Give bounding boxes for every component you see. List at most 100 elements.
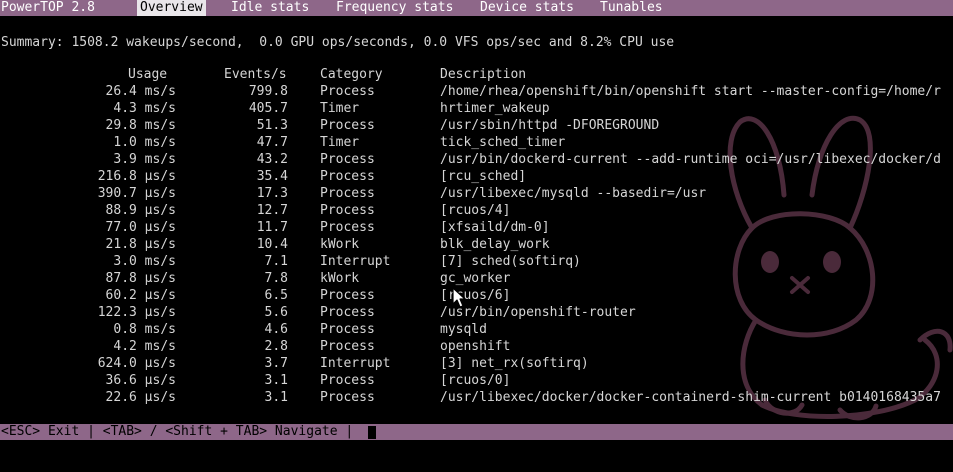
table-row: 87.8 µs/s 7.8 kWork gc_worker <box>0 270 953 287</box>
cell-usage: 26.4 ms/s <box>105 84 176 99</box>
cell-usage: 36.6 µs/s <box>105 373 176 388</box>
tab-overview[interactable]: Overview <box>137 0 206 16</box>
cell-description: tick_sched_timer <box>440 135 566 150</box>
cell-events: 17.3 <box>256 186 288 201</box>
cell-description: [xfsaild/dm-0] <box>440 220 550 235</box>
cell-events: 3.7 <box>264 356 288 371</box>
cell-description: openshift <box>440 339 511 354</box>
cell-usage: 60.2 µs/s <box>105 288 176 303</box>
cell-events: 5.6 <box>264 305 288 320</box>
tab-frequency-stats[interactable]: Frequency stats <box>333 0 456 16</box>
cell-category: Timer <box>320 101 360 116</box>
cell-events: 43.2 <box>256 152 288 167</box>
cell-usage: 3.0 ms/s <box>113 254 176 269</box>
cell-usage: 216.8 µs/s <box>97 169 176 184</box>
table-row: 1.0 ms/s 47.7 Timer tick_sched_timer <box>0 134 953 151</box>
cell-events: 3.1 <box>264 390 288 405</box>
cell-category: Process <box>320 339 375 354</box>
cell-description: [rcuos/6] <box>440 288 511 303</box>
table-row: 122.3 µs/s 5.6 Process/usr/bin/openshift-r… <box>0 304 953 321</box>
cell-category: kWork <box>320 237 360 252</box>
cell-events: 12.7 <box>256 203 288 218</box>
tab-device-stats[interactable]: Device stats <box>477 0 577 16</box>
cell-description: [3] net_rx(softirq) <box>440 356 589 371</box>
process-table: Usage Events/s Category Description 26.4… <box>0 66 953 406</box>
table-row: 624.0 µs/s 3.7 Interrupt [3] net_rx(softirq… <box>0 355 953 372</box>
cell-category: Interrupt <box>320 254 391 269</box>
cell-events: 4.6 <box>264 322 288 337</box>
tab-idle-stats[interactable]: Idle stats <box>228 0 312 16</box>
cell-usage: 88.9 µs/s <box>105 203 176 218</box>
cell-description: hrtimer_wakeup <box>440 101 550 116</box>
cell-description: /usr/libexec/docker/docker-containerd-sh… <box>440 390 941 405</box>
header-description: Description <box>440 67 527 82</box>
cell-category: Process <box>320 169 375 184</box>
cell-usage: 21.8 µs/s <box>105 237 176 252</box>
cell-usage: 4.2 ms/s <box>113 339 176 354</box>
cell-usage: 122.3 µs/s <box>97 305 176 320</box>
cell-events: 11.7 <box>256 220 288 235</box>
tab-bar: PowerTOP 2.8 Overview Idle stats Frequen… <box>0 0 953 16</box>
cell-usage: 4.3 ms/s <box>113 101 176 116</box>
cell-category: Process <box>320 84 375 99</box>
cell-category: Process <box>320 390 375 405</box>
cell-usage: 390.7 µs/s <box>97 186 176 201</box>
cell-description: /usr/sbin/httpd -DFOREGROUND <box>440 118 660 133</box>
cell-category: Process <box>320 288 375 303</box>
cell-events: 7.8 <box>264 271 288 286</box>
cell-events: 7.1 <box>264 254 288 269</box>
cell-events: 35.4 <box>256 169 288 184</box>
table-row: 36.6 µs/s 3.1 Process [rcuos/0] <box>0 372 953 389</box>
cell-category: Process <box>320 373 375 388</box>
cell-category: Process <box>320 118 375 133</box>
cell-description: [rcuos/0] <box>440 373 511 388</box>
cell-description: blk_delay_work <box>440 237 550 252</box>
help-text: <ESC> Exit | <TAB> / <Shift + TAB> Navig… <box>1 424 354 439</box>
status-bar: <ESC> Exit | <TAB> / <Shift + TAB> Navig… <box>0 424 953 440</box>
cell-usage: 1.0 ms/s <box>113 135 176 150</box>
cell-description: /home/rhea/openshift/bin/openshift start… <box>440 84 941 99</box>
cell-usage: 29.8 ms/s <box>105 118 176 133</box>
cell-usage: 77.0 µs/s <box>105 220 176 235</box>
table-row: 390.7 µs/s 17.3 Process/usr/libexec/mysqld… <box>0 185 953 202</box>
mouse-pointer-icon <box>452 287 466 308</box>
table-body: 26.4 ms/s 799.8 Process/home/rhea/openshif… <box>0 83 953 406</box>
cell-description: /usr/bin/openshift-router <box>440 305 636 320</box>
cell-description: [rcuos/4] <box>440 203 511 218</box>
cell-description: /usr/bin/dockerd-current --add-runtime o… <box>440 152 941 167</box>
summary-line: Summary: 1508.2 wakeups/second, 0.0 GPU … <box>1 35 675 50</box>
cell-usage: 87.8 µs/s <box>105 271 176 286</box>
table-row: 3.0 ms/s 7.1 Interrupt [7] sched(softirq) <box>0 253 953 270</box>
cell-category: Timer <box>320 135 360 150</box>
header-events: Events/s <box>224 67 287 82</box>
app-title: PowerTOP 2.8 <box>1 0 95 15</box>
cell-category: Process <box>320 186 375 201</box>
cell-events: 3.1 <box>264 373 288 388</box>
table-header: Usage Events/s Category Description <box>0 66 953 83</box>
cell-category: Process <box>320 305 375 320</box>
cell-usage: 22.6 µs/s <box>105 390 176 405</box>
cell-description: /usr/libexec/mysqld --basedir=/usr <box>440 186 707 201</box>
table-row: 29.8 ms/s 51.3 Process/usr/sbin/httpd -DFO… <box>0 117 953 134</box>
cell-category: Process <box>320 322 375 337</box>
table-row: 21.8 µs/s 10.4 kWork blk_delay_work <box>0 236 953 253</box>
text-cursor[interactable] <box>368 426 376 439</box>
table-row: 3.9 ms/s 43.2 Process/usr/bin/dockerd-curr… <box>0 151 953 168</box>
table-row: 26.4 ms/s 799.8 Process/home/rhea/openshif… <box>0 83 953 100</box>
cell-usage: 0.8 ms/s <box>113 322 176 337</box>
cell-usage: 3.9 ms/s <box>113 152 176 167</box>
cell-usage: 624.0 µs/s <box>97 356 176 371</box>
cell-description: gc_worker <box>440 271 511 286</box>
cell-events: 47.7 <box>256 135 288 150</box>
table-row: 22.6 µs/s 3.1 Process/usr/libexec/docker/d… <box>0 389 953 406</box>
table-row: 0.8 ms/s 4.6 Process mysqld <box>0 321 953 338</box>
cell-description: [7] sched(softirq) <box>440 254 581 269</box>
cell-events: 6.5 <box>264 288 288 303</box>
cell-events: 51.3 <box>256 118 288 133</box>
tab-tunables[interactable]: Tunables <box>597 0 666 16</box>
cell-description: [rcu_sched] <box>440 169 527 184</box>
cell-events: 799.8 <box>248 84 288 99</box>
cell-events: 405.7 <box>248 101 288 116</box>
cell-category: Process <box>320 220 375 235</box>
cell-description: mysqld <box>440 322 487 337</box>
